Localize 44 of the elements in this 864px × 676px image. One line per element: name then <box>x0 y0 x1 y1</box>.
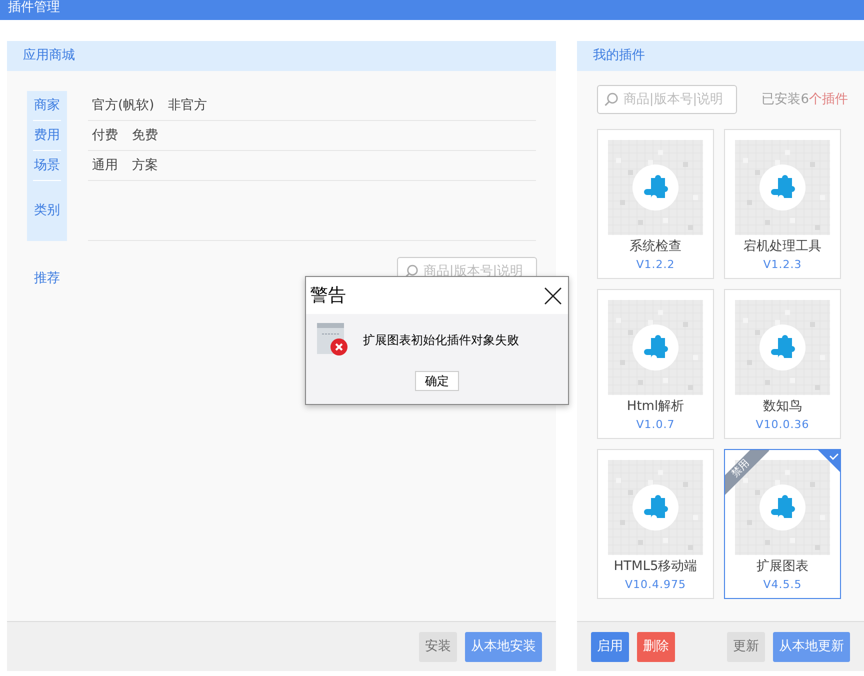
puzzle-thumbnail-icon <box>608 300 703 395</box>
panel-header: 应用商城 <box>7 41 556 71</box>
error-icon <box>317 323 348 356</box>
installed-count: 已安装6个插件 <box>762 90 848 109</box>
dialog-message: 扩展图表初始化插件对象失败 <box>363 332 519 348</box>
recommend-label[interactable]: 推荐 <box>34 269 60 288</box>
plugin-card[interactable]: 系统检查 V1.2.2 <box>597 129 714 279</box>
puzzle-thumbnail-icon <box>608 460 703 555</box>
plugin-card[interactable]: 数知鸟 V10.0.36 <box>724 289 841 439</box>
plugin-name: Html解析 <box>626 398 684 416</box>
plugin-name: 宕机处理工具 <box>744 238 822 256</box>
plugin-name: 扩展图表 <box>756 558 808 576</box>
plugin-name: 数知鸟 <box>763 398 802 416</box>
filter-label-column: 商家 费用 场景 类别 <box>27 91 67 241</box>
puzzle-thumbnail-icon <box>735 300 830 395</box>
filter-option[interactable]: 通用 <box>92 156 118 176</box>
search-field[interactable]: 商品|版本号|说明 <box>597 85 737 114</box>
plugin-card[interactable]: 扩展图表 V4.5.5 禁用 <box>724 449 841 599</box>
window-title: 插件管理 <box>0 0 864 20</box>
plugin-version: V10.0.36 <box>756 417 810 433</box>
panel-header: 我的插件 <box>577 41 864 71</box>
plugin-version: V10.4.975 <box>624 577 686 593</box>
plugin-name: 系统检查 <box>630 238 682 256</box>
puzzle-thumbnail-icon <box>608 140 703 235</box>
plugin-card[interactable]: Html解析 V1.0.7 <box>597 289 714 439</box>
dialog-title: 警告 <box>310 284 346 308</box>
close-icon[interactable] <box>544 286 562 304</box>
ok-button[interactable]: 确定 <box>415 371 459 391</box>
plugin-card[interactable]: 宕机处理工具 V1.2.3 <box>724 129 841 279</box>
plugin-version: V1.2.2 <box>636 257 675 273</box>
filter-option[interactable]: 免费 <box>132 126 158 146</box>
plugin-card[interactable]: HTML5移动端 V10.4.975 <box>597 449 714 599</box>
filter-option[interactable]: 非官方 <box>168 96 208 116</box>
puzzle-thumbnail-icon <box>735 140 830 235</box>
search-icon <box>604 91 618 108</box>
action-button[interactable]: 启用 <box>591 632 629 662</box>
plugin-version: V1.2.3 <box>763 257 802 273</box>
plugin-version: V4.5.5 <box>763 577 802 593</box>
plugin-name: HTML5移动端 <box>614 558 698 576</box>
check-corner-icon <box>818 450 840 472</box>
filter-option[interactable]: 付费 <box>92 126 118 146</box>
filter-option[interactable]: 官方(帆软) <box>92 96 154 116</box>
plugin-version: V1.0.7 <box>636 417 675 433</box>
filter-option[interactable]: 方案 <box>132 156 158 176</box>
